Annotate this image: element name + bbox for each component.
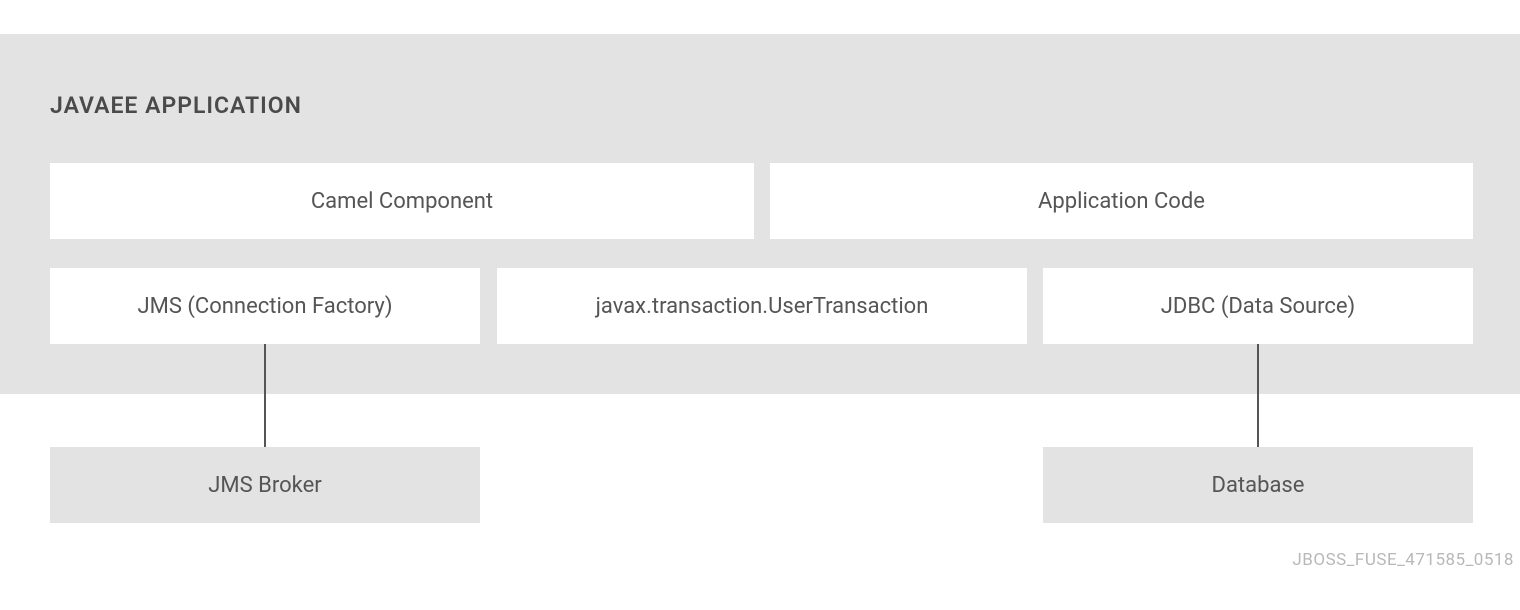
database-box: Database bbox=[1043, 447, 1473, 523]
application-code-box: Application Code bbox=[770, 163, 1473, 239]
user-transaction-box: javax.transaction.UserTransaction bbox=[497, 268, 1027, 344]
camel-component-box: Camel Component bbox=[50, 163, 754, 239]
diagram-title: JAVAEE APPLICATION bbox=[50, 92, 302, 119]
jdbc-data-source-box: JDBC (Data Source) bbox=[1043, 268, 1473, 344]
jms-connector-line bbox=[264, 344, 266, 447]
jdbc-connector-line bbox=[1257, 344, 1259, 447]
footer-label: JBOSS_FUSE_471585_0518 bbox=[1292, 550, 1514, 570]
jms-broker-box: JMS Broker bbox=[50, 447, 480, 523]
jms-connection-factory-box: JMS (Connection Factory) bbox=[50, 268, 480, 344]
